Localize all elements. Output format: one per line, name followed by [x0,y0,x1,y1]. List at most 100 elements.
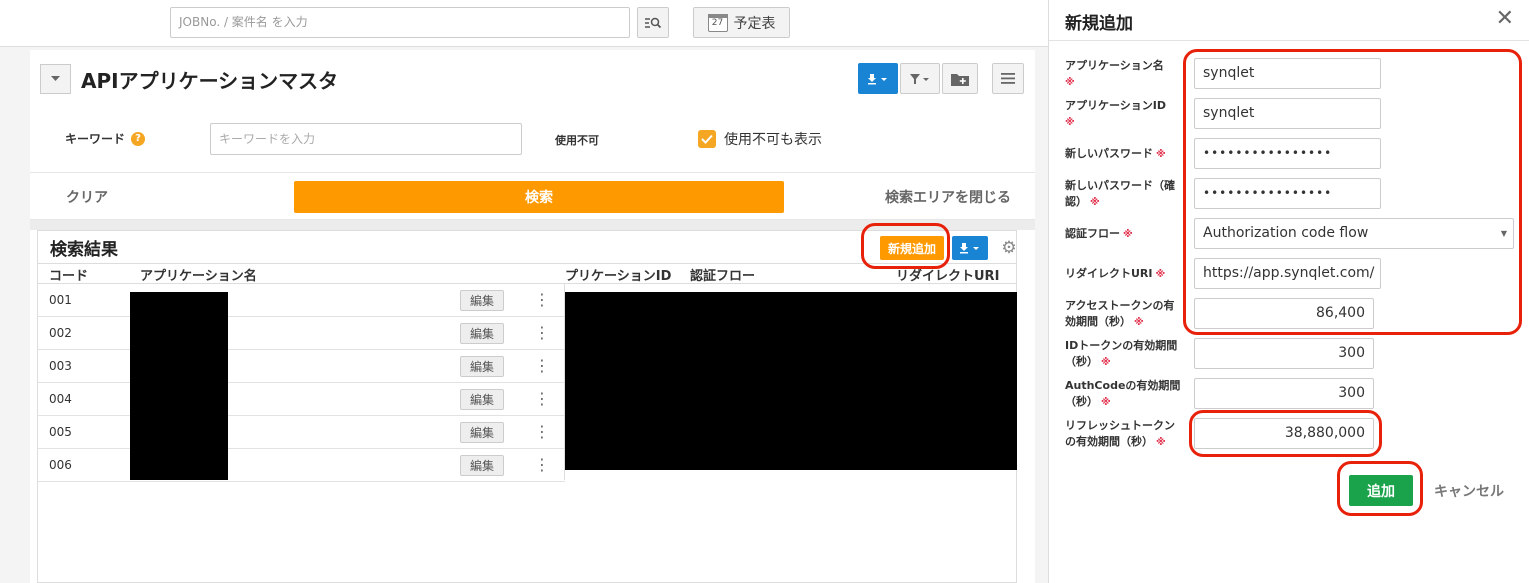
kebab-menu-icon[interactable]: ⋮ [534,289,550,311]
title-row: APIアプリケーションマスタ [40,64,338,94]
access-token-ttl-input[interactable]: 86,400 [1194,298,1374,329]
new-add-panel: 新規追加 ✕ アプリケーション名 ※ synqlet アプリケーションID ※ sy… [1048,0,1529,583]
kebab-menu-icon[interactable]: ⋮ [534,421,550,443]
required-mark: ※ [1134,317,1144,328]
table-body: 001 編集 ⋮ 002 編集 ⋮ 003 編集 ⋮ 004 編集 ⋮ 005 [38,284,565,482]
refresh-token-ttl-input[interactable]: 38,880,000 [1194,418,1374,449]
filter-icon [910,73,929,84]
authcode-ttl-input[interactable]: 300 [1194,378,1374,409]
close-icon[interactable]: ✕ [1496,6,1514,31]
show-unavailable-label[interactable]: 使用不可も表示 [724,129,822,149]
auth-flow-label: 認証フロー ※ [1065,226,1185,243]
kebab-menu-icon[interactable]: ⋮ [534,454,550,476]
table-row[interactable]: 001 編集 ⋮ [38,284,565,317]
row-code: 006 [49,458,72,472]
refresh-token-ttl-label: リフレッシュトークンの有効期間（秒） ※ [1065,418,1185,451]
edit-button[interactable]: 編集 [460,356,504,377]
gear-icon[interactable]: ⚙ [1000,236,1018,260]
row-code: 004 [49,392,72,406]
cancel-button[interactable]: キャンセル [1434,481,1504,501]
filter-button[interactable] [900,63,940,94]
add-folder-button[interactable] [942,63,978,94]
top-bar: JOBNo. / 案件名 を入力 27 予定表 [0,0,1048,47]
results-download-button[interactable] [952,236,988,260]
edit-button[interactable]: 編集 [460,422,504,443]
col-app-id[interactable]: プリケーションID [565,265,671,284]
label-text: IDトークンの有効期間（秒） [1065,339,1178,368]
row-code: 003 [49,359,72,373]
table-row[interactable]: 003 編集 ⋮ [38,350,565,383]
new-password-input[interactable]: •••••••••••••••• [1194,138,1381,169]
main-panel: APIアプリケーションマスタ キーワード ? キーワードを入力 使用不可 使用不… [30,50,1035,583]
calendar-icon: 27 [707,13,728,32]
kebab-menu-icon[interactable]: ⋮ [534,322,550,344]
confirm-password-input[interactable]: •••••••••••••••• [1194,178,1381,209]
collapse-button[interactable] [40,64,71,94]
col-code[interactable]: コード [49,265,88,284]
required-mark: ※ [1065,117,1075,128]
required-mark: ※ [1155,269,1166,280]
redirect-uri-input[interactable]: https://app.synqlet.com/ [1194,258,1381,289]
table-row[interactable]: 005 編集 ⋮ [38,416,565,449]
label-text: 認証フロー [1065,227,1120,240]
download-icon [868,73,887,84]
redacted-details [565,292,1017,470]
row-code: 001 [49,293,72,307]
auth-flow-value: Authorization code flow [1203,225,1369,241]
clear-button[interactable]: クリア [66,187,108,207]
kebab-menu-icon[interactable]: ⋮ [534,388,550,410]
select-arrow-icon: ▼ [1500,229,1507,238]
kebab-menu-icon[interactable]: ⋮ [534,355,550,377]
access-token-ttl-label: アクセストークンの有効期間（秒） ※ [1065,298,1185,331]
close-search-area-button[interactable]: 検索エリアを閉じる [885,187,1011,207]
schedule-label: 予定表 [733,15,776,32]
required-mark: ※ [1156,149,1166,160]
show-unavailable-checkbox[interactable] [698,130,716,148]
edit-button[interactable]: 編集 [460,290,504,311]
id-token-ttl-label: IDトークンの有効期間（秒） ※ [1065,338,1185,371]
table-row[interactable]: 004 編集 ⋮ [38,383,565,416]
new-add-button[interactable]: 新規追加 [880,236,944,260]
label-text: アプリケーションID [1065,99,1167,112]
edit-button[interactable]: 編集 [460,323,504,344]
table-header: コード アプリケーション名 プリケーションID 認証フロー リダイレクトURI [38,263,1016,284]
label-text: 新しいパスワード [1065,147,1153,160]
row-code: 002 [49,326,72,340]
label-text: リダイレクトURI [1065,267,1153,280]
app-id-label: アプリケーションID ※ [1065,98,1185,131]
add-button[interactable]: 追加 [1349,475,1413,506]
folder-plus-icon [951,73,969,86]
required-mark: ※ [1123,229,1133,240]
edit-button[interactable]: 編集 [460,389,504,410]
download-button[interactable] [858,63,898,94]
table-row[interactable]: 002 編集 ⋮ [38,317,565,350]
required-mark: ※ [1065,77,1075,88]
redacted-app-names [130,292,228,480]
required-mark: ※ [1101,357,1111,368]
menu-button[interactable] [992,63,1024,94]
job-search-input[interactable]: JOBNo. / 案件名 を入力 [170,7,630,38]
job-search-button[interactable] [637,7,669,38]
table-row[interactable]: 006 編集 ⋮ [38,449,565,482]
keyword-input[interactable]: キーワードを入力 [210,123,522,155]
edit-button[interactable]: 編集 [460,455,504,476]
help-icon[interactable]: ? [131,131,146,146]
schedule-button[interactable]: 27 予定表 [693,7,790,38]
hamburger-icon [1001,73,1015,84]
auth-flow-select[interactable]: Authorization code flow ▼ [1194,218,1514,249]
app-id-input[interactable]: synqlet [1194,98,1381,129]
divider [30,220,1035,230]
label-text: 新しいパスワード（確認） [1065,179,1175,208]
col-redirect-uri[interactable]: リダイレクトURI [896,265,999,284]
panel-title: 新規追加 [1065,14,1133,34]
col-app-name[interactable]: アプリケーション名 [140,265,257,284]
id-token-ttl-input[interactable]: 300 [1194,338,1374,369]
label-text: AuthCodeの有効期間（秒） [1065,379,1181,408]
app-name-label: アプリケーション名 ※ [1065,58,1185,91]
page-title: APIアプリケーションマスタ [81,68,339,93]
caret-down-icon [51,76,60,81]
search-button[interactable]: 検索 [294,181,784,213]
app-name-input[interactable]: synqlet [1194,58,1381,89]
keyword-label: キーワード ? [65,130,146,147]
col-auth-flow[interactable]: 認証フロー [690,265,755,284]
